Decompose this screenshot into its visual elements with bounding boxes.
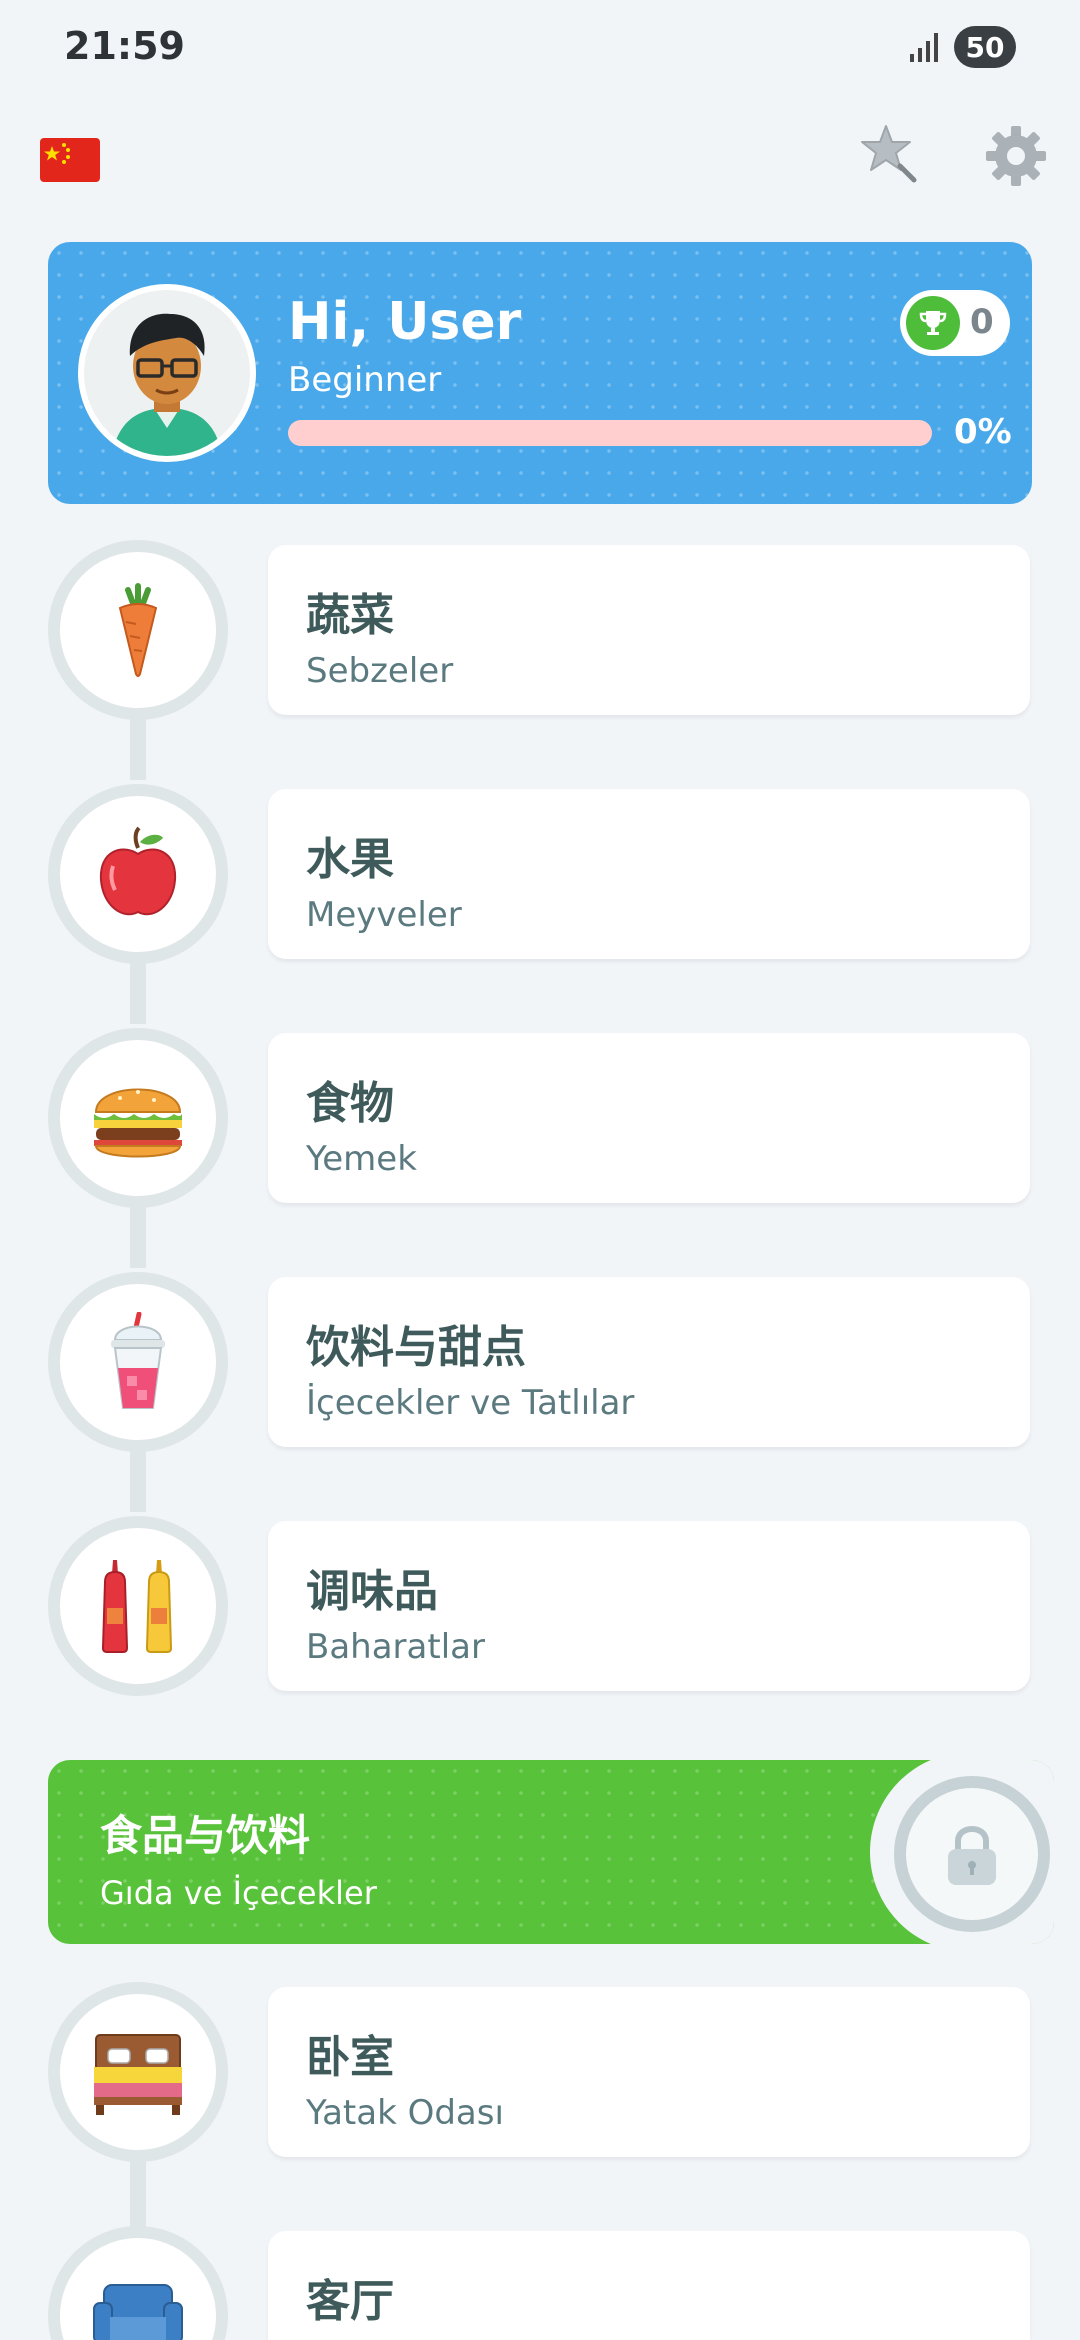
app-screen: 21:59 50 Hi, User Beginner 0% 0 蔬菜 Sebze… [0, 0, 1080, 2340]
lesson-title: 食物 [306, 1078, 394, 1129]
section-title: 食品与饮料 [100, 1811, 311, 1860]
condiments-icon[interactable] [48, 1516, 228, 1696]
lesson-title: 客厅 [306, 2276, 394, 2327]
sofa-icon[interactable] [48, 2226, 228, 2340]
trophy-count: 0 [970, 302, 994, 342]
avatar[interactable] [78, 284, 256, 462]
carrot-icon[interactable] [48, 540, 228, 720]
lesson-title: 蔬菜 [306, 590, 394, 641]
apple-icon[interactable] [48, 784, 228, 964]
lesson-subtitle: Sebzeler [306, 651, 454, 691]
section-subtitle: Gıda ve İçecekler [100, 1874, 377, 1912]
trophy-counter[interactable]: 0 [900, 290, 1010, 356]
drink-icon[interactable] [48, 1272, 228, 1452]
trophy-icon [906, 296, 960, 350]
lesson-title: 水果 [306, 834, 394, 885]
burger-icon[interactable] [48, 1028, 228, 1208]
lesson-card-vegetables[interactable]: 蔬菜 Sebzeler [268, 545, 1030, 715]
status-time: 21:59 [64, 24, 185, 68]
lesson-subtitle: Baharatlar [306, 1627, 485, 1667]
lock-icon[interactable] [894, 1776, 1050, 1932]
lesson-subtitle: İçecekler ve Tatlılar [306, 1383, 635, 1423]
lesson-subtitle: Yemek [306, 1139, 417, 1179]
progress-bar [288, 420, 932, 446]
gear-icon[interactable] [984, 124, 1048, 188]
lesson-card-condiments[interactable]: 调味品 Baharatlar [268, 1521, 1030, 1691]
bed-icon[interactable] [48, 1982, 228, 2162]
section-banner-food-drinks[interactable]: 食品与饮料 Gıda ve İçecekler [48, 1760, 1054, 1944]
lesson-card-fruits[interactable]: 水果 Meyveler [268, 789, 1030, 959]
signal-icon [910, 33, 938, 62]
star-badge-icon[interactable] [858, 122, 920, 184]
lesson-title: 调味品 [306, 1566, 438, 1617]
level-text: Beginner [288, 360, 442, 400]
lesson-title: 卧室 [306, 2032, 394, 2083]
progress-percent: 0% [954, 412, 1012, 452]
greeting-text: Hi, User [288, 292, 522, 352]
lesson-subtitle: Meyveler [306, 895, 462, 935]
china-flag-icon[interactable] [40, 138, 100, 182]
lesson-card-food[interactable]: 食物 Yemek [268, 1033, 1030, 1203]
lesson-subtitle: Yatak Odası [306, 2093, 504, 2133]
lesson-card-living-room[interactable]: 客厅 [268, 2231, 1030, 2340]
lesson-card-bedroom[interactable]: 卧室 Yatak Odası [268, 1987, 1030, 2157]
lesson-title: 饮料与甜点 [306, 1322, 526, 1373]
lock-holder [870, 1760, 1054, 1944]
profile-card[interactable]: Hi, User Beginner 0% 0 [48, 242, 1032, 504]
avatar-illustration [112, 313, 222, 456]
lesson-card-drinks-desserts[interactable]: 饮料与甜点 İçecekler ve Tatlılar [268, 1277, 1030, 1447]
battery-indicator: 50 [954, 26, 1016, 68]
